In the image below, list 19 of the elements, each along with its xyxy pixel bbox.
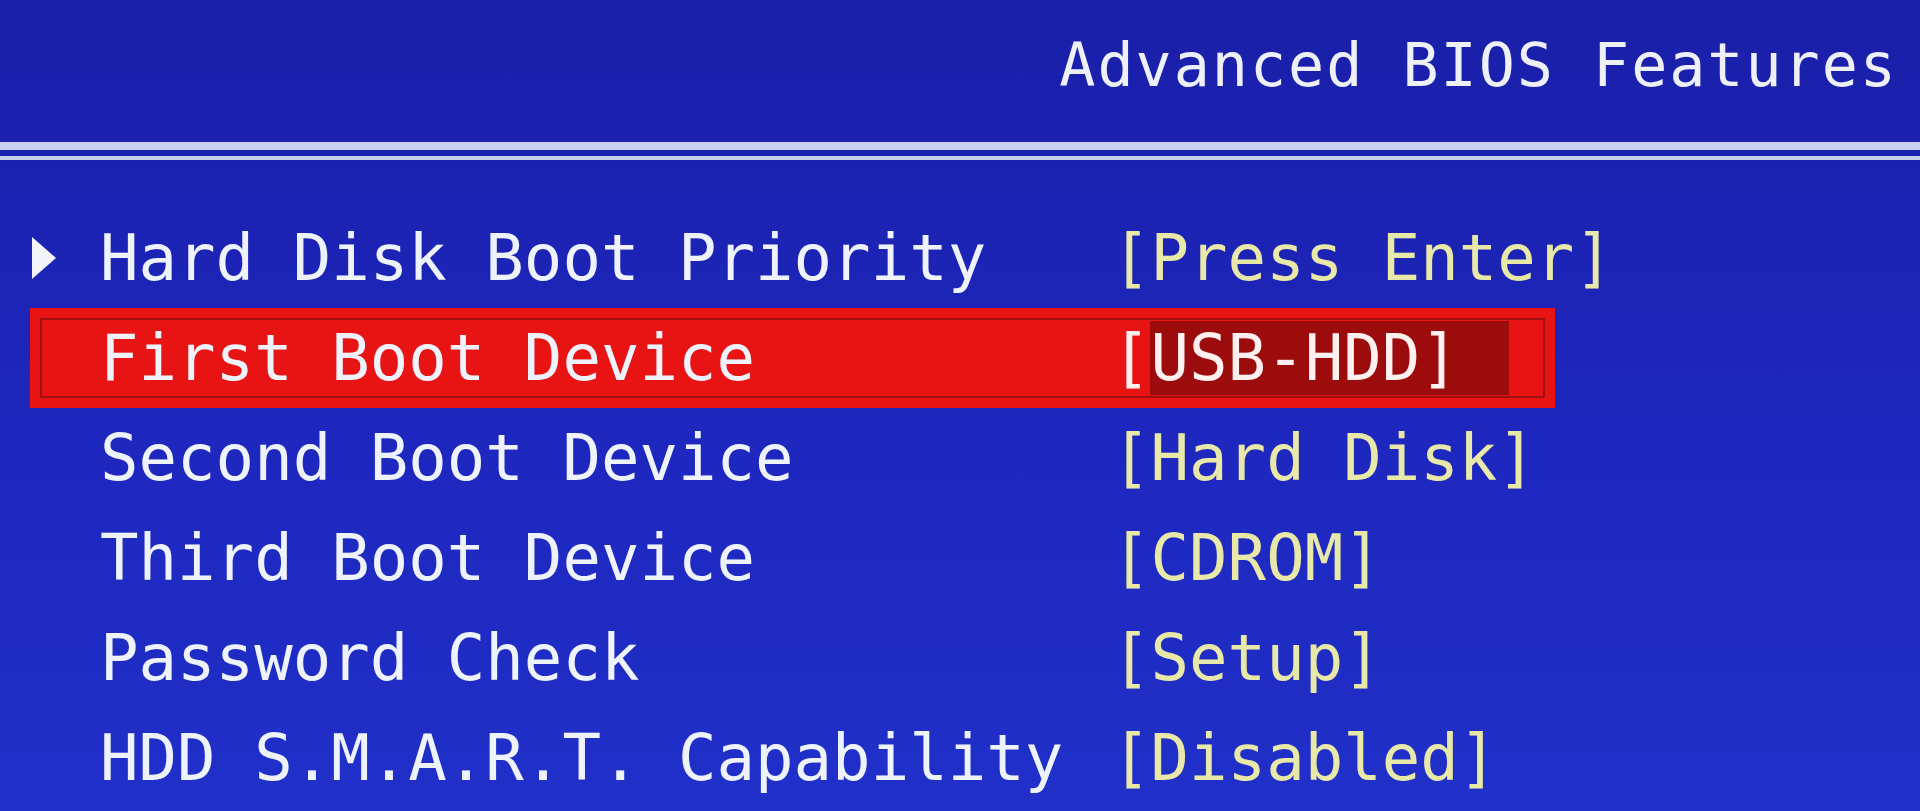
setting-value: [Disabled] bbox=[1112, 721, 1499, 795]
setting-label: Password Check bbox=[100, 621, 641, 695]
setting-label: Third Boot Device bbox=[100, 521, 757, 595]
setting-value: [Press Enter] bbox=[1112, 221, 1613, 295]
menu-row[interactable]: Password Check [Setup] bbox=[30, 608, 1555, 708]
setting-label: First Boot Device bbox=[100, 321, 757, 395]
menu-row[interactable]: Second Boot Device [Hard Disk] bbox=[30, 408, 1555, 508]
menu-row[interactable]: HDD S.M.A.R.T. Capability [Disabled] bbox=[30, 708, 1555, 808]
setting-value: [Hard Disk] bbox=[1112, 421, 1537, 495]
setting-label: Second Boot Device bbox=[100, 421, 795, 495]
submenu-arrow-icon bbox=[30, 235, 58, 281]
setting-label: Hard Disk Boot Priority bbox=[100, 221, 988, 295]
setting-value: [Setup] bbox=[1112, 621, 1383, 695]
screen-title: Advanced BIOS Features bbox=[1059, 30, 1898, 100]
setting-value: [CDROM] bbox=[1112, 521, 1383, 595]
menu-row[interactable]: First Boot Device [USB-HDD] bbox=[30, 308, 1555, 408]
setting-label: HDD S.M.A.R.T. Capability bbox=[100, 721, 1065, 795]
menu-row[interactable]: Third Boot Device [CDROM] bbox=[30, 508, 1555, 608]
menu-row[interactable]: Hard Disk Boot Priority [Press Enter] bbox=[30, 208, 1621, 308]
